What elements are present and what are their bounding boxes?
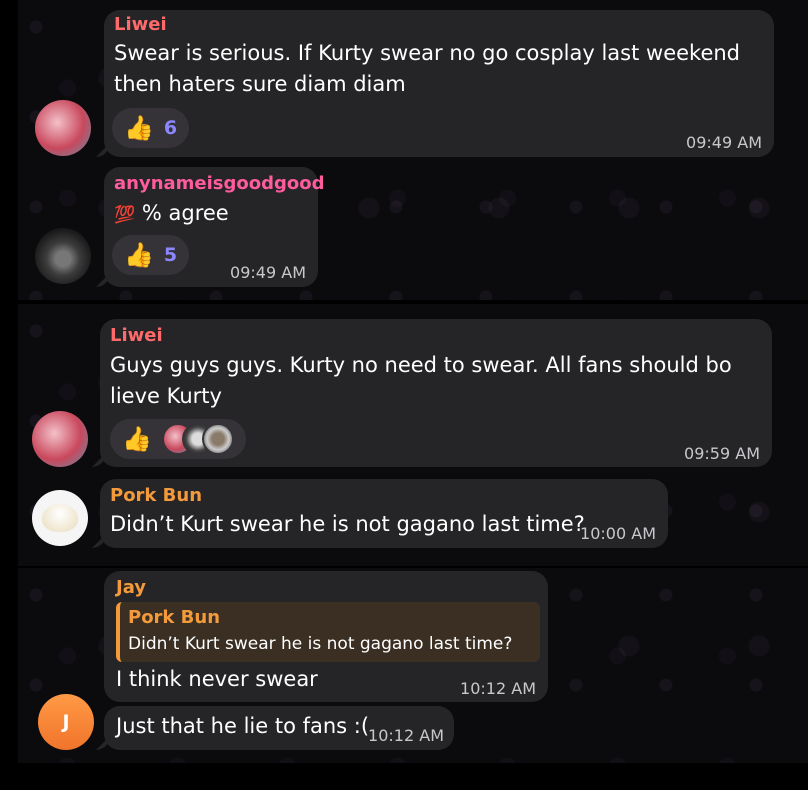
message-text: Guys guys guys. Kurty no need to swear. … (110, 353, 732, 377)
message-text: then haters sure diam diam (114, 72, 406, 96)
reply-text: Didn’t Kurt swear he is not gagano last … (128, 634, 513, 654)
message-text: Didn’t Kurt swear he is not gagano last … (110, 512, 585, 536)
message-bubble[interactable]: Liwei Swear is serious. If Kurty swear n… (96, 10, 774, 157)
reply-sender: Pork Bun (128, 607, 221, 628)
message-text: lieve Kurty (110, 384, 222, 408)
message-bubble[interactable]: Liwei Guys guys guys. Kurty no need to s… (92, 319, 772, 467)
message-time: 10:12 AM (460, 679, 536, 698)
message-time: 10:00 AM (580, 524, 656, 543)
thumbs-up-icon: 👍 (124, 241, 154, 269)
bun-icon (42, 504, 78, 532)
reaction-pill[interactable]: 👍 (110, 419, 246, 459)
reactor-avatars (161, 423, 234, 455)
sender-name[interactable]: Liwei (114, 14, 167, 35)
message-text: Just that he lie to fans :( (116, 714, 370, 738)
reaction-pill[interactable]: 👍 6 (112, 108, 190, 148)
sender-name[interactable]: Jay (116, 577, 146, 598)
message-bubble[interactable]: anynameisgoodgood 💯 % agree 👍 5 09:49 AM (96, 167, 325, 287)
thumbs-up-icon: 👍 (122, 425, 152, 453)
avatar-anynameisgoodgood[interactable] (35, 228, 91, 284)
message-text: I think never swear (116, 667, 318, 691)
avatar-jay[interactable]: J (38, 694, 94, 750)
reply-quote[interactable]: Pork Bun Didn’t Kurt swear he is not gag… (116, 602, 540, 662)
avatar-initial: J (62, 711, 70, 733)
thumbs-up-icon: 👍 (124, 114, 154, 142)
message-bubble[interactable]: Pork Bun Didn’t Kurt swear he is not gag… (92, 479, 668, 548)
reaction-pill[interactable]: 👍 5 (112, 235, 190, 275)
message-bubble[interactable]: Just that he lie to fans :( 10:12 AM (96, 706, 454, 750)
hundred-points-emoji: 💯 (114, 205, 136, 225)
message-text: 💯 % agree (114, 201, 229, 225)
reactor-avatar (201, 423, 234, 455)
avatar-pork-bun[interactable] (32, 490, 88, 546)
reaction-count: 6 (163, 117, 178, 139)
message-text: Swear is serious. If Kurty swear no go c… (114, 41, 741, 65)
sender-name[interactable]: anynameisgoodgood (114, 173, 325, 194)
message-time: 09:49 AM (230, 263, 306, 282)
sender-name[interactable]: Pork Bun (110, 485, 202, 506)
message-time: 09:49 AM (686, 133, 762, 152)
message-time: 09:59 AM (684, 444, 760, 463)
message-time: 10:12 AM (368, 726, 444, 745)
avatar-liwei[interactable] (32, 411, 88, 467)
reaction-count: 5 (163, 244, 178, 266)
message-bubble[interactable]: Jay Pork Bun Didn’t Kurt swear he is not… (104, 571, 548, 702)
sender-name[interactable]: Liwei (110, 325, 163, 346)
avatar-liwei[interactable] (35, 100, 91, 156)
